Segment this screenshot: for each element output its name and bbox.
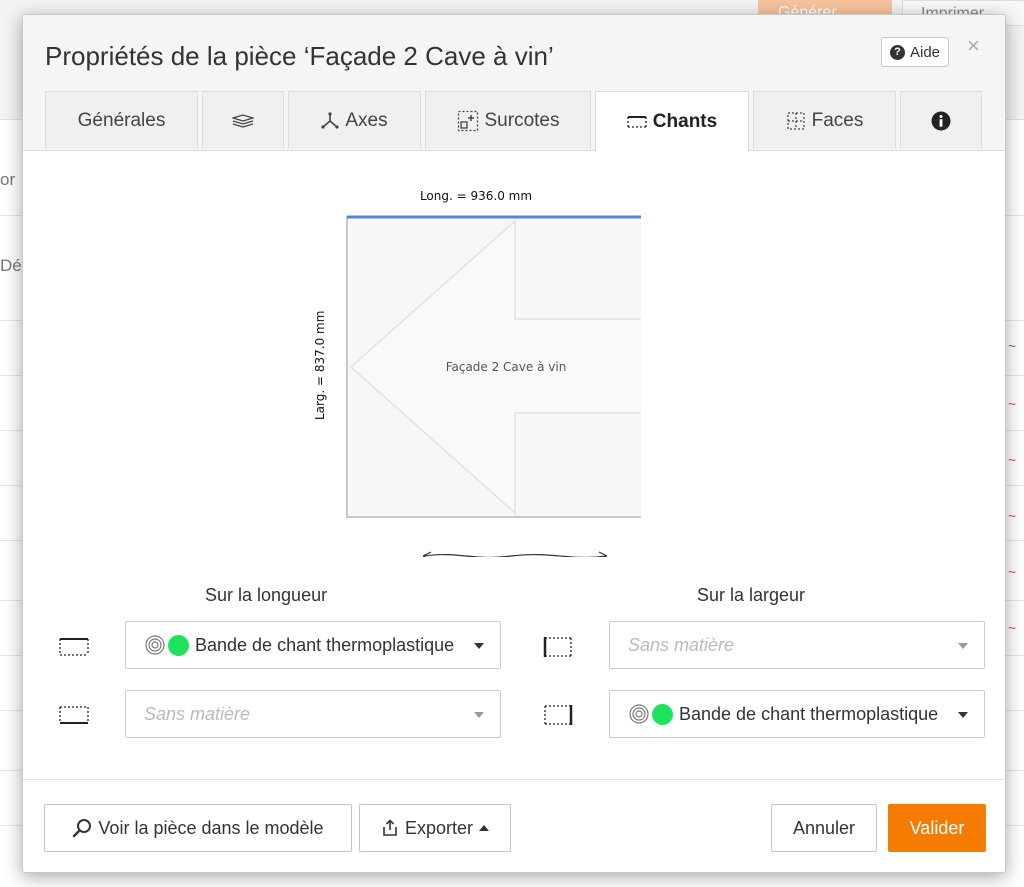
chevron-down-icon [474, 643, 484, 649]
share-icon [383, 819, 397, 836]
surcotes-icon [457, 110, 478, 131]
dialog-title: Propriétés de la pièce ‘Façade 2 Cave à … [45, 41, 554, 71]
tab-label: Faces [811, 109, 864, 131]
length-section-header: Sur la longueur [205, 585, 328, 605]
close-icon[interactable]: × [967, 35, 980, 57]
edge-bottom-icon [59, 706, 89, 724]
edge-left-select[interactable]: Sans matière [609, 621, 985, 669]
tab-label: Chants [652, 111, 718, 132]
layers-icon [232, 113, 254, 128]
export-label: Exporter [404, 817, 474, 838]
wood-grain-icon [145, 635, 165, 655]
edge-left-icon [543, 637, 572, 657]
chevron-down-icon [958, 712, 968, 718]
view-in-model-button[interactable]: Voir la pièce dans le modèle [44, 804, 352, 852]
info-icon [931, 111, 951, 130]
edge-top-value: Bande de chant thermoplastique [195, 634, 455, 655]
edge-right-icon [544, 705, 573, 725]
background-tilde-mark: ~ [1008, 508, 1017, 524]
tab-faces[interactable]: Faces [753, 91, 896, 149]
tab-generales[interactable]: Générales [45, 91, 198, 149]
tab-info[interactable] [900, 91, 982, 149]
view-in-model-label: Voir la pièce dans le modèle [98, 817, 324, 838]
background-tilde-mark: ~ [1008, 452, 1017, 468]
tab-label: Axes [345, 109, 388, 131]
chevron-down-icon [474, 712, 484, 718]
validate-button[interactable]: Valider [888, 804, 986, 852]
tab-layers[interactable] [202, 91, 284, 149]
wood-grain-icon [629, 704, 649, 724]
tab-label: Surcotes [484, 109, 560, 131]
background-tilde-mark: ~ [1008, 564, 1017, 580]
question-icon: ? [890, 44, 905, 60]
help-button[interactable]: ? Aide [881, 37, 950, 67]
edge-top-select[interactable]: Bande de chant thermoplastique [125, 621, 501, 669]
edge-right-select[interactable]: Bande de chant thermoplastique [609, 690, 985, 738]
background-tilde-mark: ~ [1008, 396, 1017, 412]
caret-up-icon [479, 825, 490, 831]
tab-surcotes[interactable]: Surcotes [425, 91, 591, 149]
piece-properties-dialog: Propriétés de la pièce ‘Façade 2 Cave à … [22, 14, 1006, 873]
dialog-footer: Voir la pièce dans le modèle Exporter An… [23, 779, 1005, 874]
tab-label: Générales [77, 109, 166, 131]
edge-band-icon [627, 116, 647, 128]
material-color-swatch [168, 634, 189, 656]
help-label: Aide [910, 43, 941, 61]
export-button[interactable]: Exporter [359, 804, 511, 852]
faces-icon [786, 111, 805, 130]
cancel-label: Annuler [792, 817, 856, 838]
piece-drawing: Long. = 936.0 mm Larg. = 837.0 mm Façade… [311, 185, 641, 557]
search-icon [73, 819, 92, 838]
background-tilde-mark: ~ [1008, 338, 1017, 354]
width-section-header: Sur la largeur [697, 585, 806, 605]
piece-name-label: Façade 2 Cave à vin [445, 360, 567, 374]
axes-icon [321, 111, 339, 129]
validate-label: Valider [909, 817, 965, 838]
tab-chants[interactable]: Chants [595, 91, 749, 152]
tab-axes[interactable]: Axes [288, 91, 421, 149]
background-side-text: Dé [0, 256, 22, 275]
material-color-swatch [652, 703, 673, 725]
background-side-text: or [0, 170, 16, 189]
edge-left-placeholder: Sans matière [628, 634, 735, 655]
tab-bar: Générales Axes Surcotes Chants Faces [45, 91, 986, 152]
chevron-down-icon [958, 643, 968, 649]
edge-bottom-placeholder: Sans matière [144, 703, 251, 724]
cancel-button[interactable]: Annuler [771, 804, 877, 852]
edge-bottom-select[interactable]: Sans matière [125, 690, 501, 738]
grain-direction-icon [422, 551, 608, 557]
edge-right-value: Bande de chant thermoplastique [679, 703, 939, 724]
background-tilde-mark: ~ [1008, 620, 1017, 636]
edge-top-icon [59, 638, 89, 656]
